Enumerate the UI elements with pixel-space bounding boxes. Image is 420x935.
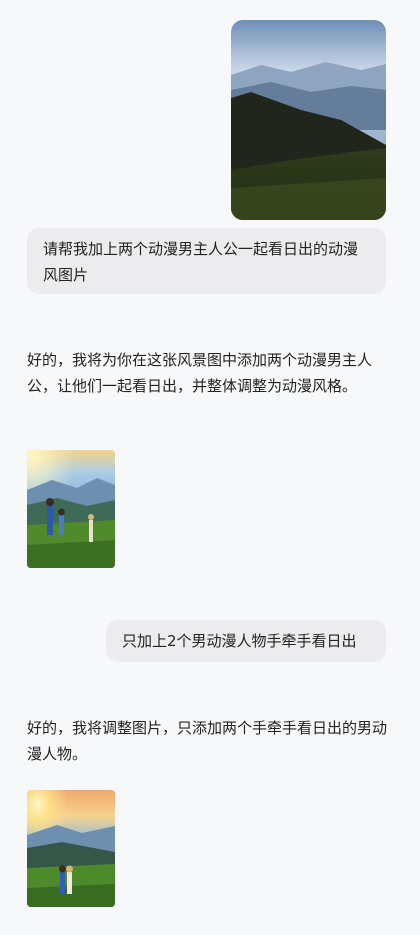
assistant-message-text: 好的，我将为你在这张风景图中添加两个动漫男主人公，让他们一起看日出，并整体调整为… bbox=[27, 351, 373, 395]
user-message-bubble: 只加上2个男动漫人物手牵手看日出 bbox=[106, 620, 386, 662]
assistant-generated-image[interactable] bbox=[27, 450, 115, 568]
user-message-bubble: 请帮我加上两个动漫男主人公一起看日出的动漫风图片 bbox=[27, 228, 386, 294]
assistant-generated-image[interactable] bbox=[27, 790, 115, 907]
anime-sunrise-image bbox=[27, 450, 115, 568]
anime-sunrise-image bbox=[27, 790, 115, 907]
user-message-text: 请帮我加上两个动漫男主人公一起看日出的动漫风图片 bbox=[43, 240, 359, 284]
user-message-text: 只加上2个男动漫人物手牵手看日出 bbox=[122, 632, 357, 650]
assistant-message-text: 好的，我将调整图片，只添加两个手牵手看日出的男动漫人物。 bbox=[27, 719, 388, 763]
user-uploaded-image[interactable] bbox=[231, 20, 386, 220]
mountain-photo bbox=[231, 20, 386, 220]
